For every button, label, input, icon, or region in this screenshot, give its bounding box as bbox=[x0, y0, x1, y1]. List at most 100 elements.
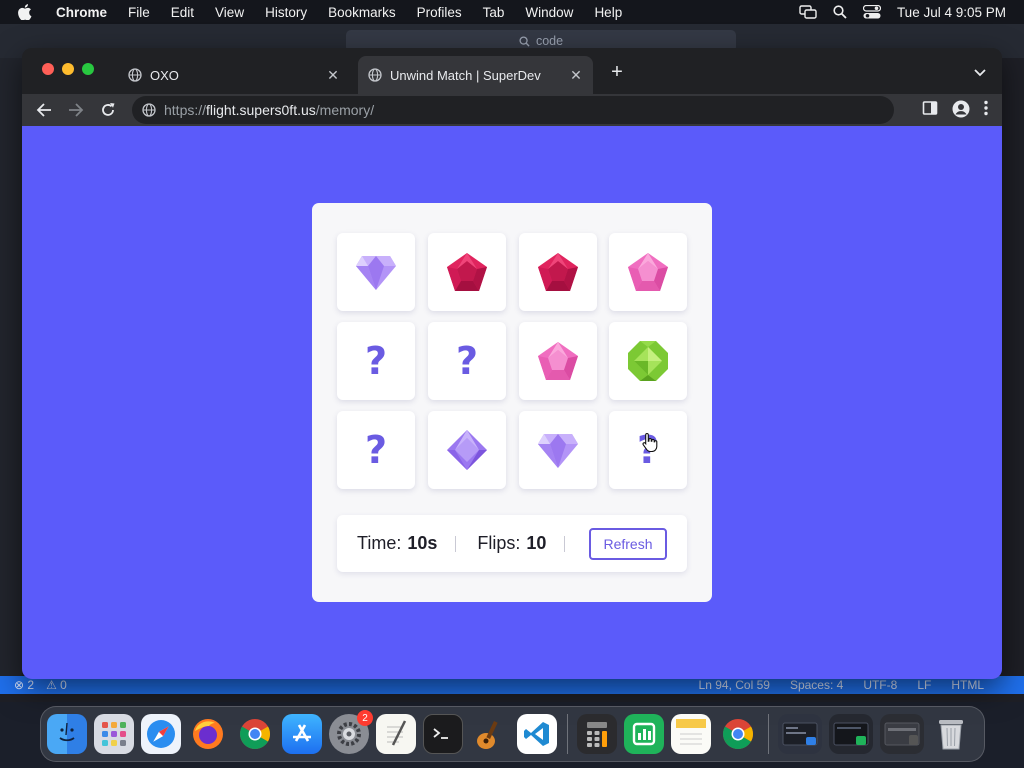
flip-counter: Flips: 10 bbox=[477, 533, 546, 554]
warning-count[interactable]: ⚠ 0 bbox=[46, 678, 67, 692]
encoding[interactable]: UTF-8 bbox=[863, 678, 897, 692]
menu-profiles[interactable]: Profiles bbox=[417, 5, 462, 20]
hand-cursor-icon bbox=[642, 432, 658, 457]
menu-history[interactable]: History bbox=[265, 5, 307, 20]
purple-diamond-gem-icon bbox=[354, 252, 398, 292]
green-octagon-gem-icon bbox=[626, 339, 670, 383]
purple-diamond-gem-icon bbox=[536, 430, 580, 470]
profile-icon[interactable] bbox=[952, 100, 970, 123]
menu-app-name[interactable]: Chrome bbox=[56, 5, 107, 20]
system-settings-icon[interactable]: 2 bbox=[329, 710, 373, 754]
window-preview-icon[interactable] bbox=[880, 714, 924, 754]
end-of-line[interactable]: LF bbox=[917, 678, 931, 692]
globe-icon bbox=[128, 68, 142, 82]
more-menu-icon[interactable] bbox=[984, 100, 988, 123]
chrome-icon[interactable] bbox=[718, 714, 758, 754]
error-count[interactable]: ⊗ 2 bbox=[14, 678, 34, 692]
maximize-window-button[interactable] bbox=[82, 63, 94, 75]
chrome-icon[interactable] bbox=[235, 714, 275, 754]
command-center-text: code bbox=[535, 34, 564, 48]
window-preview-icon[interactable] bbox=[778, 714, 822, 754]
tab-strip: OXO ✕ Unwind Match | SuperDev ✕ + bbox=[22, 48, 1002, 94]
memory-game-board: ???? Time: 10s Flips: 10 Refresh bbox=[312, 203, 712, 602]
indentation[interactable]: Spaces: 4 bbox=[790, 678, 843, 692]
notes-icon[interactable] bbox=[671, 714, 711, 754]
page-content: ???? Time: 10s Flips: 10 Refresh bbox=[22, 126, 1002, 679]
safari-icon[interactable] bbox=[141, 714, 181, 754]
refresh-button[interactable]: Refresh bbox=[589, 528, 667, 560]
window-preview-icon[interactable] bbox=[829, 714, 873, 754]
red-pentagon-gem-icon bbox=[536, 251, 580, 293]
garageband-icon[interactable] bbox=[470, 714, 510, 754]
firefox-icon[interactable] bbox=[188, 714, 228, 754]
menu-file[interactable]: File bbox=[128, 5, 150, 20]
menu-bookmarks[interactable]: Bookmarks bbox=[328, 5, 396, 20]
calculator-icon[interactable] bbox=[577, 714, 617, 754]
screen-mirroring-icon[interactable] bbox=[799, 5, 817, 19]
divider bbox=[455, 535, 457, 552]
memory-card-hidden[interactable]: ? bbox=[337, 322, 415, 400]
flips-label: Flips: bbox=[477, 533, 521, 553]
url-scheme: https:// bbox=[164, 102, 207, 118]
side-panel-icon[interactable] bbox=[922, 100, 938, 123]
memory-card-revealed[interactable] bbox=[337, 233, 415, 311]
timer: Time: 10s bbox=[357, 533, 437, 554]
memory-card-revealed[interactable] bbox=[609, 322, 687, 400]
memory-card-hidden[interactable]: ? bbox=[428, 322, 506, 400]
url-host: flight.supers0ft.us bbox=[206, 102, 316, 118]
terminal-icon[interactable] bbox=[423, 714, 463, 754]
red-pentagon-gem-icon bbox=[445, 251, 489, 293]
back-arrow-icon[interactable] bbox=[35, 101, 53, 119]
cursor-position[interactable]: Ln 94, Col 59 bbox=[699, 678, 770, 692]
launchpad-icon[interactable] bbox=[94, 714, 134, 754]
menubar-clock[interactable]: Tue Jul 4 9:05 PM bbox=[897, 5, 1006, 20]
divider bbox=[564, 535, 566, 552]
url-path: /memory/ bbox=[315, 102, 375, 118]
menu-edit[interactable]: Edit bbox=[171, 5, 194, 20]
apple-icon[interactable] bbox=[18, 4, 40, 20]
site-info-icon[interactable] bbox=[142, 103, 156, 117]
menu-help[interactable]: Help bbox=[594, 5, 622, 20]
app-store-icon[interactable] bbox=[282, 714, 322, 754]
card-question-mark: ? bbox=[364, 428, 388, 472]
menu-tab[interactable]: Tab bbox=[483, 5, 505, 20]
memory-card-revealed[interactable] bbox=[519, 233, 597, 311]
tab-search-chevron-icon[interactable] bbox=[974, 64, 986, 82]
search-icon bbox=[519, 35, 530, 47]
dock-separator bbox=[768, 714, 769, 754]
spotlight-search-icon[interactable] bbox=[833, 5, 847, 19]
memory-card-hidden[interactable]: ? bbox=[337, 411, 415, 489]
address-bar[interactable]: https://flight.supers0ft.us/memory/ bbox=[132, 96, 894, 124]
memory-card-revealed[interactable] bbox=[519, 411, 597, 489]
tab-title: Unwind Match | SuperDev bbox=[390, 67, 541, 83]
purple-rhombus-gem-icon bbox=[446, 429, 488, 471]
forward-arrow-icon[interactable] bbox=[67, 101, 85, 119]
error-count-value: 2 bbox=[27, 678, 35, 692]
tab-unwind-match[interactable]: Unwind Match | SuperDev ✕ bbox=[358, 56, 593, 94]
reload-icon[interactable] bbox=[99, 101, 117, 119]
numbers-icon[interactable] bbox=[624, 714, 664, 754]
menu-view[interactable]: View bbox=[215, 5, 244, 20]
control-center-icon[interactable] bbox=[862, 5, 881, 19]
memory-card-revealed[interactable] bbox=[428, 411, 506, 489]
memory-card-revealed[interactable] bbox=[428, 233, 506, 311]
finder-icon[interactable] bbox=[47, 714, 87, 754]
menu-window[interactable]: Window bbox=[525, 5, 573, 20]
minimize-window-button[interactable] bbox=[62, 63, 74, 75]
dock-separator bbox=[567, 714, 568, 754]
vscode-icon[interactable] bbox=[517, 714, 557, 754]
textedit-icon[interactable] bbox=[376, 714, 416, 754]
language-mode[interactable]: HTML bbox=[951, 678, 984, 692]
memory-card-revealed[interactable] bbox=[519, 322, 597, 400]
trash-icon[interactable] bbox=[931, 714, 971, 754]
close-window-button[interactable] bbox=[42, 63, 54, 75]
new-tab-button[interactable]: + bbox=[607, 62, 627, 82]
tab-oxo[interactable]: OXO ✕ bbox=[120, 56, 350, 94]
card-question-mark: ? bbox=[364, 339, 388, 383]
close-tab-icon[interactable]: ✕ bbox=[567, 66, 585, 84]
pink-pentagon-gem-icon bbox=[626, 251, 670, 293]
vscode-activity-bar bbox=[0, 58, 22, 678]
memory-card-revealed[interactable] bbox=[609, 233, 687, 311]
browser-toolbar: https://flight.supers0ft.us/memory/ bbox=[22, 94, 1002, 126]
close-tab-icon[interactable]: ✕ bbox=[324, 66, 342, 84]
